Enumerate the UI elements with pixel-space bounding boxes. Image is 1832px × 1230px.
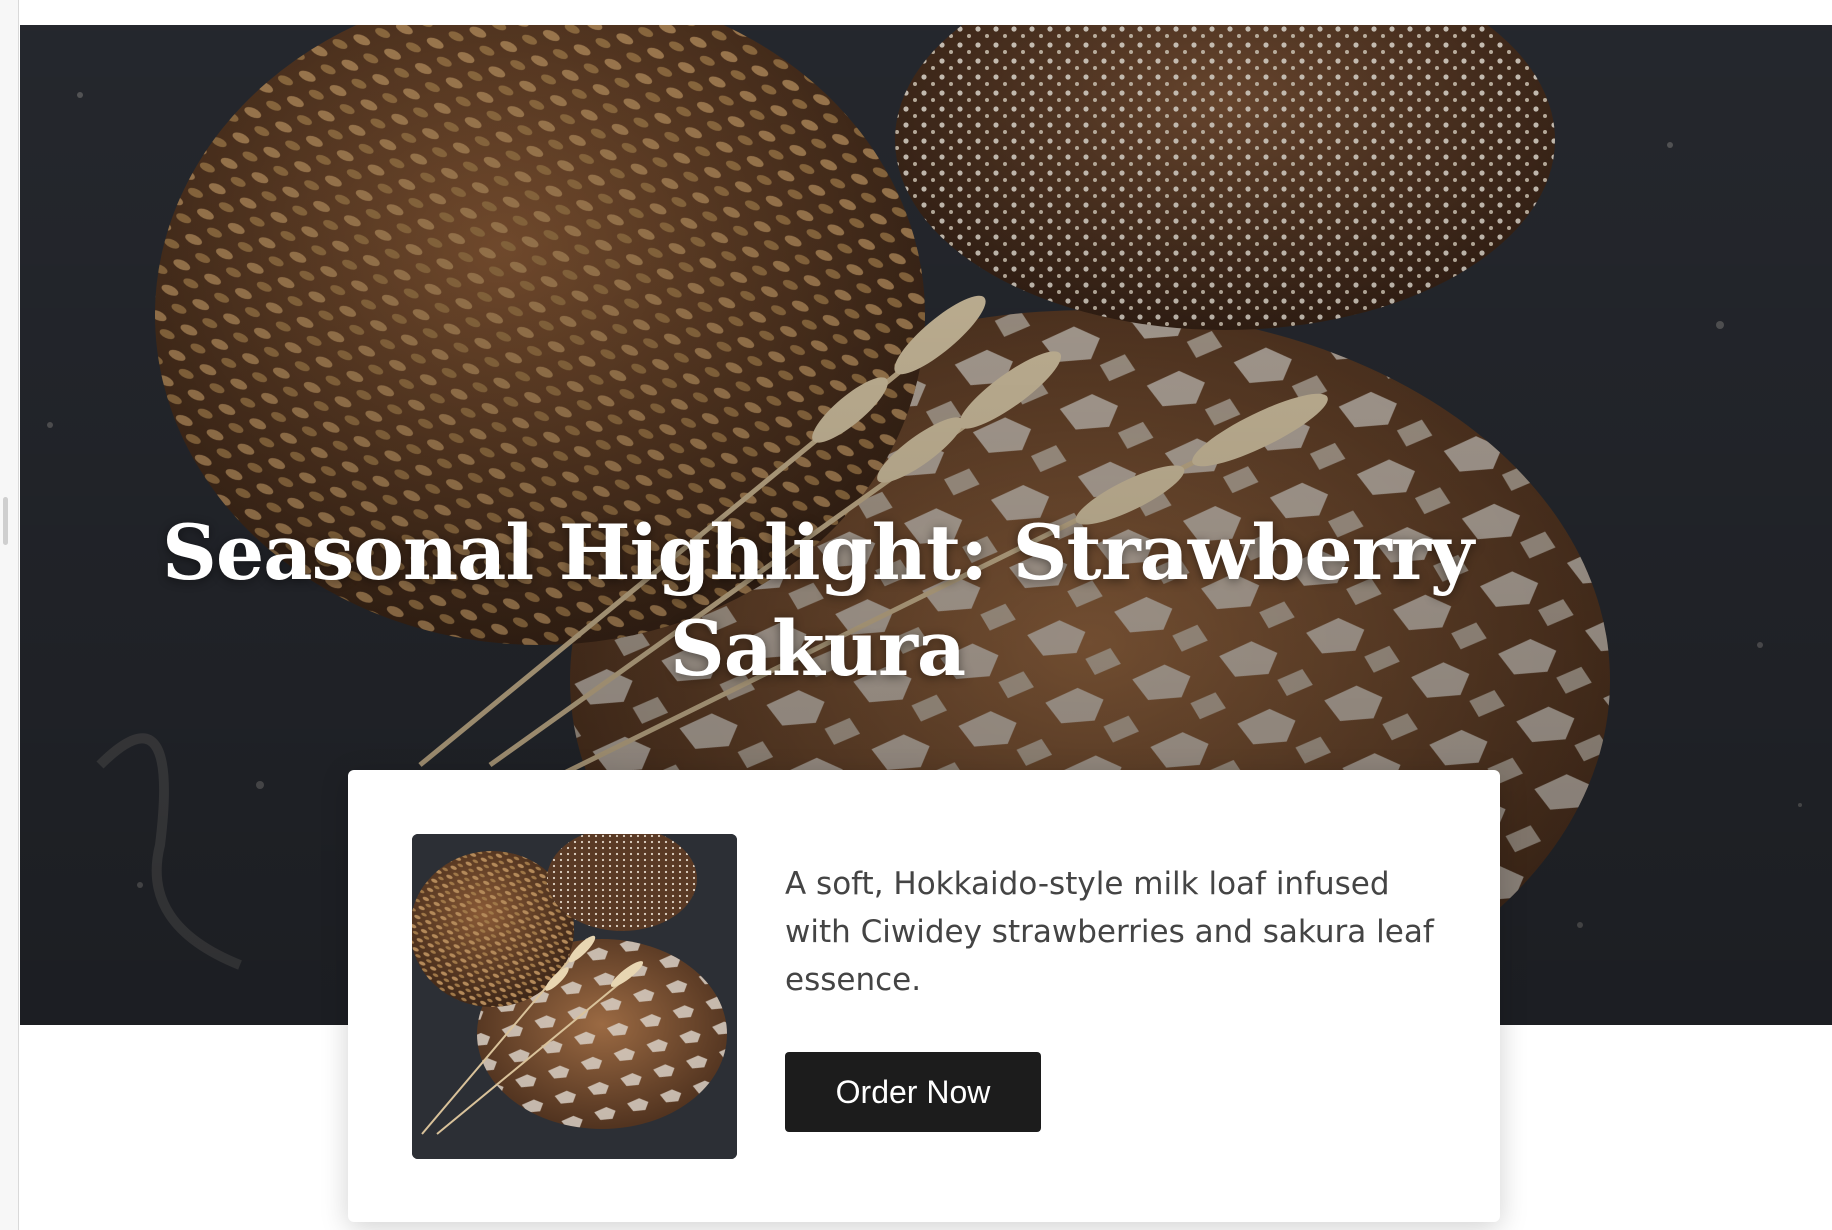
order-now-button[interactable]: Order Now bbox=[785, 1052, 1041, 1132]
product-description: A soft, Hokkaido-style milk loaf infused… bbox=[785, 866, 1434, 998]
bread-thumbnail-image bbox=[412, 834, 737, 1159]
product-thumbnail bbox=[412, 834, 737, 1159]
left-panel-edge bbox=[0, 0, 19, 1230]
resize-handle[interactable] bbox=[3, 497, 8, 545]
product-card: A soft, Hokkaido-style milk loaf infused… bbox=[348, 770, 1500, 1222]
hero-title: Seasonal Highlight: Strawberry Sakura bbox=[161, 508, 1474, 693]
